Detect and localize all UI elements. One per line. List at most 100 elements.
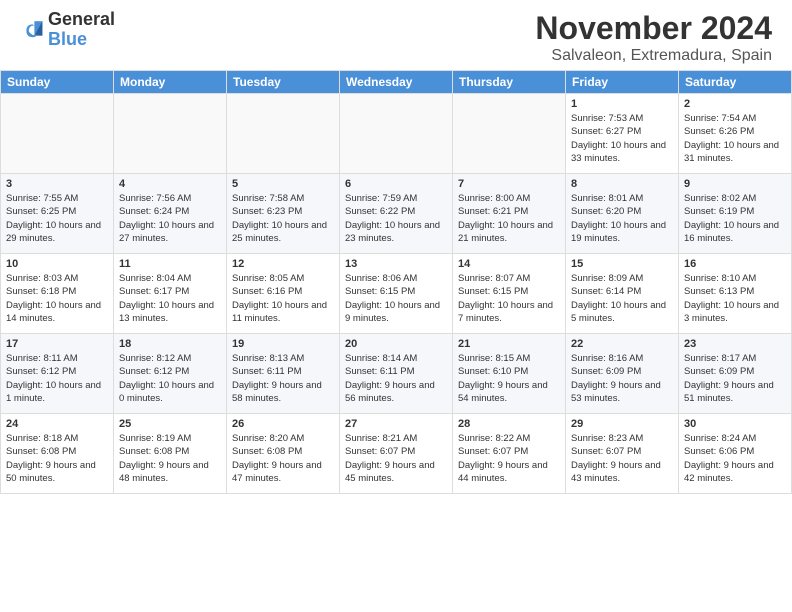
day-cell: 3 Sunrise: 7:55 AM Sunset: 6:25 PM Daylig… (1, 174, 114, 254)
day-cell: 10 Sunrise: 8:03 AM Sunset: 6:18 PM Dayli… (1, 254, 114, 334)
day-number: 8 (571, 178, 673, 190)
day-info: Sunrise: 8:14 AM Sunset: 6:11 PM Dayligh… (345, 352, 447, 405)
day-cell: 22 Sunrise: 8:16 AM Sunset: 6:09 PM Dayli… (566, 334, 679, 414)
logo-line2: Blue (48, 30, 115, 50)
calendar-subtitle: Salvaleon, Extremadura, Spain (535, 47, 772, 65)
day-number: 16 (684, 258, 786, 270)
day-cell: 14 Sunrise: 8:07 AM Sunset: 6:15 PM Dayli… (453, 254, 566, 334)
day-cell (227, 94, 340, 174)
day-info: Sunrise: 8:23 AM Sunset: 6:07 PM Dayligh… (571, 432, 673, 485)
logo-text: General Blue (48, 10, 115, 50)
week-row-2: 3 Sunrise: 7:55 AM Sunset: 6:25 PM Daylig… (1, 174, 792, 254)
day-info: Sunrise: 8:20 AM Sunset: 6:08 PM Dayligh… (232, 432, 334, 485)
week-row-4: 17 Sunrise: 8:11 AM Sunset: 6:12 PM Dayli… (1, 334, 792, 414)
day-info: Sunrise: 8:22 AM Sunset: 6:07 PM Dayligh… (458, 432, 560, 485)
day-number: 18 (119, 338, 221, 350)
day-cell (1, 94, 114, 174)
day-cell: 17 Sunrise: 8:11 AM Sunset: 6:12 PM Dayli… (1, 334, 114, 414)
day-info: Sunrise: 7:54 AM Sunset: 6:26 PM Dayligh… (684, 112, 786, 165)
day-info: Sunrise: 8:21 AM Sunset: 6:07 PM Dayligh… (345, 432, 447, 485)
day-cell: 25 Sunrise: 8:19 AM Sunset: 6:08 PM Dayli… (114, 414, 227, 494)
day-number: 3 (6, 178, 108, 190)
day-info: Sunrise: 8:18 AM Sunset: 6:08 PM Dayligh… (6, 432, 108, 485)
calendar-table: Sunday Monday Tuesday Wednesday Thursday… (0, 70, 792, 494)
header-wednesday: Wednesday (340, 71, 453, 94)
day-number: 2 (684, 98, 786, 110)
day-info: Sunrise: 8:06 AM Sunset: 6:15 PM Dayligh… (345, 272, 447, 325)
day-cell: 23 Sunrise: 8:17 AM Sunset: 6:09 PM Dayli… (679, 334, 792, 414)
logo-icon (20, 18, 44, 42)
day-info: Sunrise: 8:11 AM Sunset: 6:12 PM Dayligh… (6, 352, 108, 405)
day-number: 5 (232, 178, 334, 190)
day-cell: 1 Sunrise: 7:53 AM Sunset: 6:27 PM Daylig… (566, 94, 679, 174)
calendar-title: November 2024 (535, 10, 772, 47)
day-number: 15 (571, 258, 673, 270)
day-info: Sunrise: 7:59 AM Sunset: 6:22 PM Dayligh… (345, 192, 447, 245)
day-number: 4 (119, 178, 221, 190)
day-info: Sunrise: 8:24 AM Sunset: 6:06 PM Dayligh… (684, 432, 786, 485)
day-cell: 27 Sunrise: 8:21 AM Sunset: 6:07 PM Dayli… (340, 414, 453, 494)
day-cell: 4Sunrise: 7:56 AM Sunset: 6:24 PM Daylig… (114, 174, 227, 254)
day-cell: 18 Sunrise: 8:12 AM Sunset: 6:12 PM Dayli… (114, 334, 227, 414)
header-sunday: Sunday (1, 71, 114, 94)
header-tuesday: Tuesday (227, 71, 340, 94)
day-number: 14 (458, 258, 560, 270)
day-info: Sunrise: 8:19 AM Sunset: 6:08 PM Dayligh… (119, 432, 221, 485)
day-number: 12 (232, 258, 334, 270)
day-number: 23 (684, 338, 786, 350)
day-number: 13 (345, 258, 447, 270)
day-number: 7 (458, 178, 560, 190)
day-number: 19 (232, 338, 334, 350)
day-cell: 15Sunrise: 8:09 AM Sunset: 6:14 PM Dayli… (566, 254, 679, 334)
day-info: Sunrise: 8:00 AM Sunset: 6:21 PM Dayligh… (458, 192, 560, 245)
day-info: Sunrise: 8:16 AM Sunset: 6:09 PM Dayligh… (571, 352, 673, 405)
day-number: 28 (458, 418, 560, 430)
day-cell: 6Sunrise: 7:59 AM Sunset: 6:22 PM Daylig… (340, 174, 453, 254)
day-number: 1 (571, 98, 673, 110)
day-cell (340, 94, 453, 174)
header: General Blue November 2024 Salvaleon, Ex… (0, 0, 792, 70)
day-info: Sunrise: 8:17 AM Sunset: 6:09 PM Dayligh… (684, 352, 786, 405)
day-info: Sunrise: 8:10 AM Sunset: 6:13 PM Dayligh… (684, 272, 786, 325)
header-thursday: Thursday (453, 71, 566, 94)
day-cell: 7 Sunrise: 8:00 AM Sunset: 6:21 PM Daylig… (453, 174, 566, 254)
day-cell: 2 Sunrise: 7:54 AM Sunset: 6:26 PM Daylig… (679, 94, 792, 174)
day-info: Sunrise: 7:55 AM Sunset: 6:25 PM Dayligh… (6, 192, 108, 245)
header-monday: Monday (114, 71, 227, 94)
day-number: 26 (232, 418, 334, 430)
week-row-1: 1 Sunrise: 7:53 AM Sunset: 6:27 PM Daylig… (1, 94, 792, 174)
day-cell: 5 Sunrise: 7:58 AM Sunset: 6:23 PM Daylig… (227, 174, 340, 254)
logo: General Blue (20, 10, 115, 50)
day-info: Sunrise: 8:15 AM Sunset: 6:10 PM Dayligh… (458, 352, 560, 405)
day-number: 25 (119, 418, 221, 430)
day-info: Sunrise: 8:01 AM Sunset: 6:20 PM Dayligh… (571, 192, 673, 245)
week-row-5: 24 Sunrise: 8:18 AM Sunset: 6:08 PM Dayli… (1, 414, 792, 494)
day-cell: 24 Sunrise: 8:18 AM Sunset: 6:08 PM Dayli… (1, 414, 114, 494)
day-number: 24 (6, 418, 108, 430)
day-cell: 13 Sunrise: 8:06 AM Sunset: 6:15 PM Dayli… (340, 254, 453, 334)
day-number: 10 (6, 258, 108, 270)
title-block: November 2024 Salvaleon, Extremadura, Sp… (535, 10, 772, 65)
day-number: 9 (684, 178, 786, 190)
header-friday: Friday (566, 71, 679, 94)
day-cell: 29 Sunrise: 8:23 AM Sunset: 6:07 PM Dayli… (566, 414, 679, 494)
page-container: General Blue November 2024 Salvaleon, Ex… (0, 0, 792, 494)
day-cell: 26 Sunrise: 8:20 AM Sunset: 6:08 PM Dayli… (227, 414, 340, 494)
day-info: Sunrise: 8:12 AM Sunset: 6:12 PM Dayligh… (119, 352, 221, 405)
day-number: 27 (345, 418, 447, 430)
day-info: Sunrise: 8:13 AM Sunset: 6:11 PM Dayligh… (232, 352, 334, 405)
day-info: Sunrise: 8:03 AM Sunset: 6:18 PM Dayligh… (6, 272, 108, 325)
day-info: Sunrise: 7:53 AM Sunset: 6:27 PM Dayligh… (571, 112, 673, 165)
logo-line1: General (48, 10, 115, 30)
day-info: Sunrise: 8:05 AM Sunset: 6:16 PM Dayligh… (232, 272, 334, 325)
day-number: 22 (571, 338, 673, 350)
day-number: 21 (458, 338, 560, 350)
day-info: Sunrise: 8:07 AM Sunset: 6:15 PM Dayligh… (458, 272, 560, 325)
day-cell: 12 Sunrise: 8:05 AM Sunset: 6:16 PM Dayli… (227, 254, 340, 334)
day-cell: 9Sunrise: 8:02 AM Sunset: 6:19 PM Daylig… (679, 174, 792, 254)
day-number: 20 (345, 338, 447, 350)
day-number: 17 (6, 338, 108, 350)
day-number: 11 (119, 258, 221, 270)
day-number: 29 (571, 418, 673, 430)
day-info: Sunrise: 7:58 AM Sunset: 6:23 PM Dayligh… (232, 192, 334, 245)
